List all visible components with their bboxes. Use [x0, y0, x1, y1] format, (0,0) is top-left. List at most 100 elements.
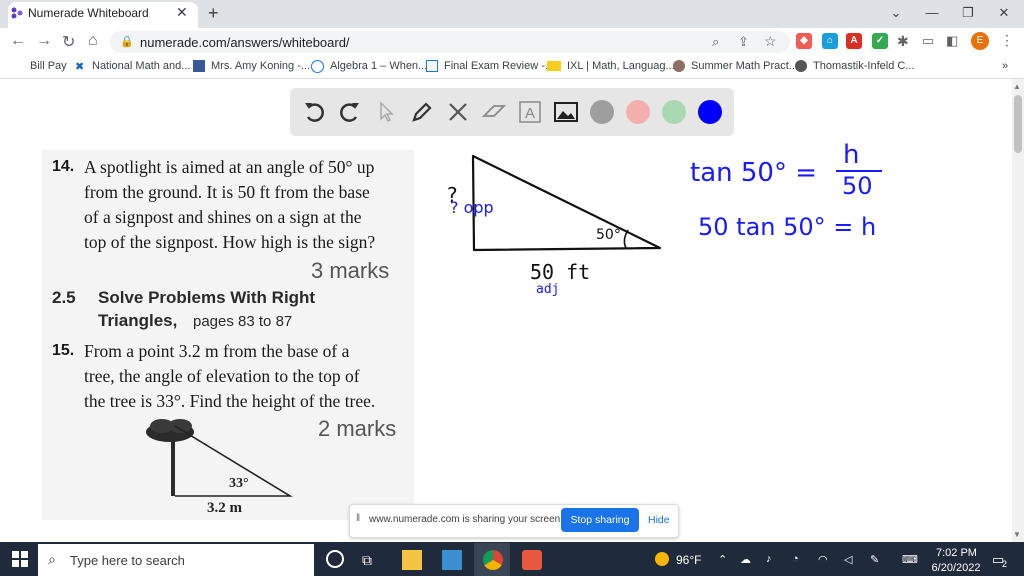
tab-search-icon[interactable]: ⌄ [878, 2, 914, 26]
sound-icon[interactable]: ◁ [844, 553, 852, 566]
extensions-puzzle-icon[interactable]: ✱ [897, 33, 909, 50]
side-panel-icon[interactable]: ◧ [946, 33, 958, 49]
question-15-marks: 2 marks [318, 416, 397, 441]
bookmark-item[interactable]: Algebra 1 – When... [330, 60, 427, 72]
notification-count: 2 [1002, 559, 1008, 569]
search-icon: ⌕ [48, 551, 56, 567]
share-status-text: www.numerade.com is sharing your screen. [369, 514, 563, 525]
cortana-icon[interactable] [326, 550, 344, 568]
drag-handle-icon[interactable]: ‖ [356, 513, 360, 524]
undo-icon[interactable] [300, 98, 328, 126]
restore-button[interactable]: ❐ [950, 2, 986, 26]
section-title-2: Triangles, [98, 311, 178, 330]
scrollbar-thumb[interactable] [1014, 95, 1022, 153]
tree-icon [146, 419, 194, 496]
clock-date[interactable]: 6/20/2022 [930, 562, 982, 574]
home-icon[interactable]: ⌂ [88, 32, 98, 50]
extension-screencast-icon[interactable]: ⌂ [822, 33, 838, 49]
extension-red-icon[interactable]: ◆ [796, 33, 812, 49]
clock-time[interactable]: 7:02 PM [936, 547, 977, 559]
wifi-icon[interactable]: ◠ [818, 553, 828, 566]
weather-sun-icon[interactable] [655, 552, 669, 566]
figure-base-label: 3.2 m [207, 500, 242, 516]
text-icon[interactable]: A [516, 98, 544, 126]
bookmark-item[interactable]: Final Exam Review -... [444, 60, 554, 72]
scroll-down-icon[interactable]: ▼ [1013, 530, 1021, 539]
bookmark-item[interactable]: Bill Pay [30, 60, 67, 72]
pdf-extension-icon[interactable]: A [846, 33, 862, 49]
volume-icon[interactable]: ♪ [766, 553, 772, 565]
search-placeholder: Type here to search [70, 553, 185, 568]
stop-sharing-button[interactable]: Stop sharing [561, 508, 639, 532]
close-window-button[interactable]: ✕ [986, 2, 1022, 26]
question-14-line: of a signpost and shines on a sign at th… [84, 207, 362, 227]
tools-icon[interactable] [444, 98, 472, 126]
redo-icon[interactable] [336, 98, 364, 126]
store-icon[interactable] [442, 550, 462, 570]
color-blue-swatch[interactable] [698, 100, 722, 124]
url-text: numerade.com/answers/whiteboard/ [140, 35, 350, 50]
question-14-line: top of the signpost. How high is the sig… [84, 232, 376, 252]
tray-cloud-icon[interactable]: ☁ [740, 553, 751, 566]
extension-green-icon[interactable]: ✓ [872, 33, 888, 49]
pen-tray-icon[interactable]: ✎ [870, 553, 879, 566]
equation-1-numerator: h [843, 140, 860, 170]
bookmark-item[interactable]: National Math and... [92, 60, 190, 72]
equation-1-left: tan 50° = [690, 158, 818, 188]
file-explorer-icon[interactable] [402, 550, 422, 570]
tray-overflow-icon[interactable]: ⌃ [718, 553, 727, 566]
minimize-button[interactable]: — [914, 2, 950, 26]
tree-triangle-figure [146, 419, 293, 497]
image-icon[interactable] [552, 98, 580, 126]
figure-angle-label: 33° [229, 476, 249, 491]
color-gray-swatch[interactable] [590, 100, 614, 124]
question-14-line: A spotlight is aimed at an angle of 50° … [84, 157, 375, 177]
color-pink-swatch[interactable] [626, 100, 650, 124]
forward-icon[interactable]: → [36, 32, 52, 50]
zoom-icon[interactable]: ⌕ [712, 34, 719, 50]
profile-avatar[interactable]: E [971, 32, 989, 50]
pen-icon[interactable] [408, 98, 436, 126]
chrome-icon[interactable] [483, 550, 503, 570]
keyboard-icon[interactable]: ⌨ [902, 553, 918, 566]
question-15-number: 15. [52, 342, 75, 359]
hide-button[interactable]: Hide [648, 514, 670, 526]
bookmark-wordpress-icon [311, 60, 324, 73]
bookmark-calendar-icon [426, 60, 438, 72]
tab-close-icon[interactable]: ✕ [176, 4, 188, 21]
bookmark-ixl-icon [547, 61, 561, 71]
app-icon[interactable] [522, 550, 542, 570]
bookmark-item[interactable]: Summer Math Pract... [691, 60, 798, 72]
section-pages: pages 83 to 87 [193, 313, 293, 330]
cast-icon[interactable]: ▭ [922, 33, 934, 49]
weather-temp[interactable]: 96°F [676, 553, 701, 567]
color-green-swatch[interactable] [662, 100, 686, 124]
bookmark-item[interactable]: Mrs. Amy Koning -... [211, 60, 310, 72]
section-number: 2.5 [52, 288, 76, 307]
back-icon[interactable]: ← [10, 32, 26, 50]
eraser-icon[interactable] [480, 98, 508, 126]
base-length-label: 50 ft [530, 260, 591, 284]
bookmark-item[interactable]: IXL | Math, Languag... [567, 60, 675, 72]
angle-label: 50° [596, 227, 621, 243]
equation-1-denominator: 50 [842, 172, 873, 200]
new-tab-button[interactable]: + [208, 3, 219, 24]
section-title: Solve Problems With Right [98, 288, 316, 307]
question-14-number: 14. [52, 158, 75, 175]
menu-kebab-icon[interactable]: ⋮ [1000, 32, 1014, 49]
question-15-line: From a point 3.2 m from the base of a [84, 341, 350, 361]
task-view-icon[interactable]: ⧉ [362, 552, 372, 569]
share-icon[interactable]: ⇪ [738, 34, 749, 50]
bookmark-summer-icon [673, 60, 685, 72]
windows-start-icon[interactable] [12, 551, 28, 567]
bookmark-star-icon[interactable]: ☆ [764, 33, 777, 50]
pointer-icon[interactable] [372, 98, 400, 126]
bookmarks-overflow-icon[interactable]: » [1002, 60, 1008, 72]
lock-icon[interactable]: 🔒 [120, 35, 134, 48]
bookmark-doc-icon [193, 60, 205, 72]
reload-icon[interactable]: ↻ [62, 32, 75, 52]
bookmark-item[interactable]: Thomastik-Infeld C... [813, 60, 914, 72]
network-icon[interactable]: ◔ [792, 553, 799, 565]
tab-title: Numerade Whiteboard [28, 6, 149, 20]
scroll-up-icon[interactable]: ▲ [1013, 82, 1021, 91]
